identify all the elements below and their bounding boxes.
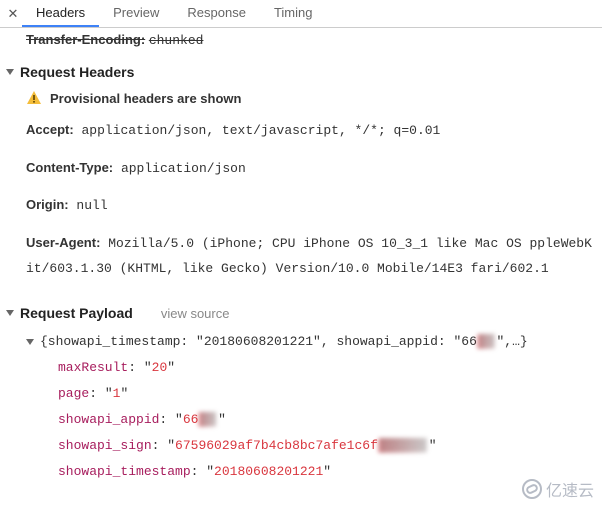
chevron-down-icon xyxy=(6,69,14,75)
header-value: application/json xyxy=(121,161,246,176)
watermark-icon xyxy=(522,479,542,499)
section-title: Request Payload xyxy=(20,305,133,321)
payload-summary[interactable]: {showapi_timestamp: "20180608201221", sh… xyxy=(20,329,596,355)
payload-key: showapi_timestamp xyxy=(58,464,191,479)
header-key: Origin: xyxy=(26,197,69,212)
header-content-type: Content-Type: application/json xyxy=(0,150,602,188)
payload-sign: showapi_sign: "67596029af7b4cb8bc7afe1c6… xyxy=(20,433,596,459)
payload-key: showapi_appid xyxy=(58,412,159,427)
tab-response[interactable]: Response xyxy=(173,0,260,27)
tab-timing[interactable]: Timing xyxy=(260,0,327,27)
provisional-warning: Provisional headers are shown xyxy=(0,84,602,112)
header-value: null xyxy=(76,198,107,213)
payload-appid: showapi_appid: "66▒▒" xyxy=(20,407,596,433)
header-accept: Accept: application/json, text/javascrip… xyxy=(0,112,602,150)
payload-body: {showapi_timestamp: "20180608201221", sh… xyxy=(0,325,602,489)
devtools-tabs: ✕ Headers Preview Response Timing xyxy=(0,0,602,28)
view-source-link[interactable]: view source xyxy=(161,306,230,321)
request-payload-section[interactable]: Request Payload view source xyxy=(0,301,602,325)
panel-content: Transfer-Encoding: chunked Request Heade… xyxy=(0,28,602,489)
payload-timestamp: showapi_timestamp: "20180608201221" xyxy=(20,459,596,485)
payload-maxresult: maxResult: "20" xyxy=(20,355,596,381)
header-key: Accept: xyxy=(26,122,74,137)
header-user-agent: User-Agent: Mozilla/5.0 (iPhone; CPU iPh… xyxy=(0,225,602,287)
payload-value: 20180608201221 xyxy=(214,464,323,479)
tab-headers[interactable]: Headers xyxy=(22,0,99,27)
request-headers-section[interactable]: Request Headers xyxy=(0,60,602,84)
header-value: Mozilla/5.0 (iPhone; CPU iPhone OS 10_3_… xyxy=(26,236,592,276)
header-key: User-Agent: xyxy=(26,235,100,250)
redacted-icon: ▒▒ xyxy=(477,334,497,349)
header-key: Transfer-Encoding: xyxy=(26,32,145,47)
close-icon[interactable]: ✕ xyxy=(4,6,22,22)
header-value: application/json, text/javascript, */*; … xyxy=(82,123,441,138)
payload-key: maxResult xyxy=(58,360,128,375)
payload-value: 20 xyxy=(152,360,168,375)
header-value: chunked xyxy=(149,33,204,48)
redacted-icon: ▒▒▒▒▒▒ xyxy=(378,438,429,453)
payload-value: 67596029af7b4cb8bc7afe1c6f xyxy=(175,438,378,453)
payload-value: 66 xyxy=(183,412,199,427)
warning-icon xyxy=(26,90,42,106)
tab-preview[interactable]: Preview xyxy=(99,0,173,27)
chevron-down-icon xyxy=(6,310,14,316)
redacted-icon: ▒▒ xyxy=(198,412,218,427)
header-origin: Origin: null xyxy=(0,187,602,225)
payload-page: page: "1" xyxy=(20,381,596,407)
watermark: 亿速云 xyxy=(522,477,594,501)
chevron-down-icon xyxy=(26,339,34,345)
payload-key: page xyxy=(58,386,89,401)
prev-header-row: Transfer-Encoding: chunked xyxy=(0,30,602,50)
warning-text: Provisional headers are shown xyxy=(50,91,241,106)
header-key: Content-Type: xyxy=(26,160,113,175)
section-title: Request Headers xyxy=(20,64,134,80)
watermark-text: 亿速云 xyxy=(546,477,594,501)
payload-key: showapi_sign xyxy=(58,438,152,453)
